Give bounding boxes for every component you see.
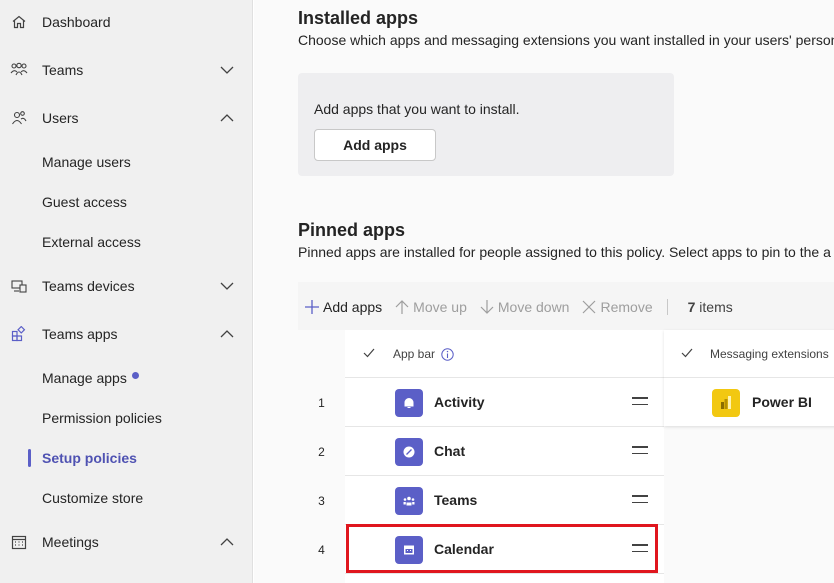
nav-label: Teams apps — [42, 326, 118, 342]
calendar-icon — [10, 533, 28, 551]
toolbar-move-up[interactable]: Move up — [394, 299, 467, 315]
pinned-toolbar: Add apps Move up Move down Remove 7 item… — [298, 282, 834, 332]
app-name: Power BI — [752, 394, 812, 410]
apps-icon — [10, 325, 28, 343]
drag-handle-icon[interactable] — [632, 495, 648, 505]
toolbar-divider — [666, 299, 668, 315]
item-count-number: 7 — [687, 299, 696, 315]
nav-label: Dashboard — [42, 14, 111, 30]
app-bar-header: App bar — [345, 330, 664, 378]
app-name: Teams — [434, 492, 478, 508]
add-apps-button[interactable]: Add apps — [314, 129, 436, 161]
nav-customize-store[interactable]: Customize store — [0, 478, 253, 518]
nav-manage-users[interactable]: Manage users — [0, 142, 253, 182]
installed-apps-description: Choose which apps and messaging extensio… — [298, 32, 834, 48]
nav-dashboard[interactable]: Dashboard — [0, 2, 253, 42]
card-text: Add apps that you want to install. — [314, 101, 520, 117]
nav-manage-apps[interactable]: Manage apps — [0, 358, 253, 398]
nav-setup-policies[interactable]: Setup policies — [0, 438, 253, 478]
toolbar-remove[interactable]: Remove — [581, 299, 653, 315]
nav-label: Permission policies — [42, 410, 162, 426]
arrow-down-icon — [480, 300, 494, 314]
row-number: 1 — [318, 396, 325, 410]
checkmark-icon[interactable] — [681, 348, 693, 358]
pinned-apps-title: Pinned apps — [298, 220, 406, 240]
messaging-header-label: Messaging extensions — [710, 347, 829, 361]
chevron-up-icon[interactable] — [220, 535, 234, 549]
chevron-up-icon[interactable] — [220, 327, 234, 341]
table-row[interactable]: 1 Activity — [318, 378, 664, 427]
toolbar-add-label: Add apps — [323, 299, 383, 315]
active-indicator — [28, 449, 31, 467]
teams-group-icon — [10, 61, 28, 79]
nav-teams-devices[interactable]: Teams devices — [0, 266, 253, 306]
main-content: Installed apps Choose which apps and mes… — [254, 0, 834, 583]
bell-icon — [395, 389, 423, 417]
nav-teams-apps[interactable]: Teams apps — [0, 314, 253, 354]
toolbar-move-up-label: Move up — [413, 299, 467, 315]
toolbar-remove-label: Remove — [600, 299, 653, 315]
table-row[interactable]: 3 Teams — [318, 476, 664, 525]
nav-guest-access[interactable]: Guest access — [0, 182, 253, 222]
messaging-extensions-table: Messaging extensions Power BI — [664, 330, 834, 426]
close-icon — [583, 300, 596, 314]
nav-label: Teams — [42, 62, 84, 78]
home-icon — [10, 13, 28, 31]
chevron-down-icon[interactable] — [220, 279, 234, 293]
item-count-label: items — [699, 299, 733, 315]
toolbar-move-down-label: Move down — [497, 299, 570, 315]
app-name: Chat — [434, 443, 466, 459]
chat-icon — [395, 438, 423, 466]
nav-meetings[interactable]: Meetings — [0, 522, 253, 562]
highlight-box — [346, 524, 658, 573]
chevron-up-icon[interactable] — [220, 111, 234, 125]
table-row[interactable]: Power BI — [664, 378, 834, 427]
nav-teams[interactable]: Teams — [0, 50, 253, 90]
nav-label: Guest access — [42, 194, 127, 210]
users-icon — [10, 109, 28, 127]
checkmark-icon[interactable] — [363, 348, 375, 358]
nav-label: Manage users — [42, 154, 131, 170]
row-number: 3 — [318, 494, 325, 508]
nav-label: Teams devices — [42, 278, 135, 294]
pinned-apps-description: Pinned apps are installed for people ass… — [298, 244, 831, 260]
installed-apps-card: Add apps that you want to install. Add a… — [298, 73, 674, 176]
sidebar: Dashboard Teams Users Manage users Guest… — [0, 0, 253, 583]
notification-dot — [132, 372, 139, 379]
installed-apps-title: Installed apps — [298, 8, 419, 28]
drag-handle-icon[interactable] — [632, 397, 648, 407]
nav-label: Customize store — [42, 490, 144, 506]
nav-label: Users — [42, 110, 79, 126]
app-name: Activity — [434, 394, 485, 410]
nav-external-access[interactable]: External access — [0, 222, 253, 262]
messaging-header: Messaging extensions — [664, 330, 834, 378]
plus-icon — [305, 300, 319, 314]
item-count: 7 items — [688, 299, 733, 315]
devices-icon — [10, 277, 28, 295]
nav-label: Setup policies — [42, 450, 137, 466]
row-number: 4 — [318, 543, 325, 557]
teams-icon — [395, 487, 423, 515]
chevron-down-icon[interactable] — [220, 63, 234, 77]
arrow-up-icon — [395, 300, 409, 314]
nav-label: External access — [42, 234, 141, 250]
info-icon[interactable] — [441, 348, 454, 361]
powerbi-icon — [712, 389, 740, 417]
table-row[interactable]: 2 Chat — [318, 427, 664, 476]
nav-label: Manage apps — [42, 370, 127, 386]
app-bar-header-label: App bar — [393, 347, 436, 361]
nav-label: Meetings — [42, 534, 99, 550]
nav-permission-policies[interactable]: Permission policies — [0, 398, 253, 438]
toolbar-add-apps[interactable]: Add apps — [304, 299, 382, 315]
row-number: 2 — [318, 445, 325, 459]
toolbar-move-down[interactable]: Move down — [479, 299, 570, 315]
nav-users[interactable]: Users — [0, 98, 253, 138]
drag-handle-icon[interactable] — [632, 446, 648, 456]
